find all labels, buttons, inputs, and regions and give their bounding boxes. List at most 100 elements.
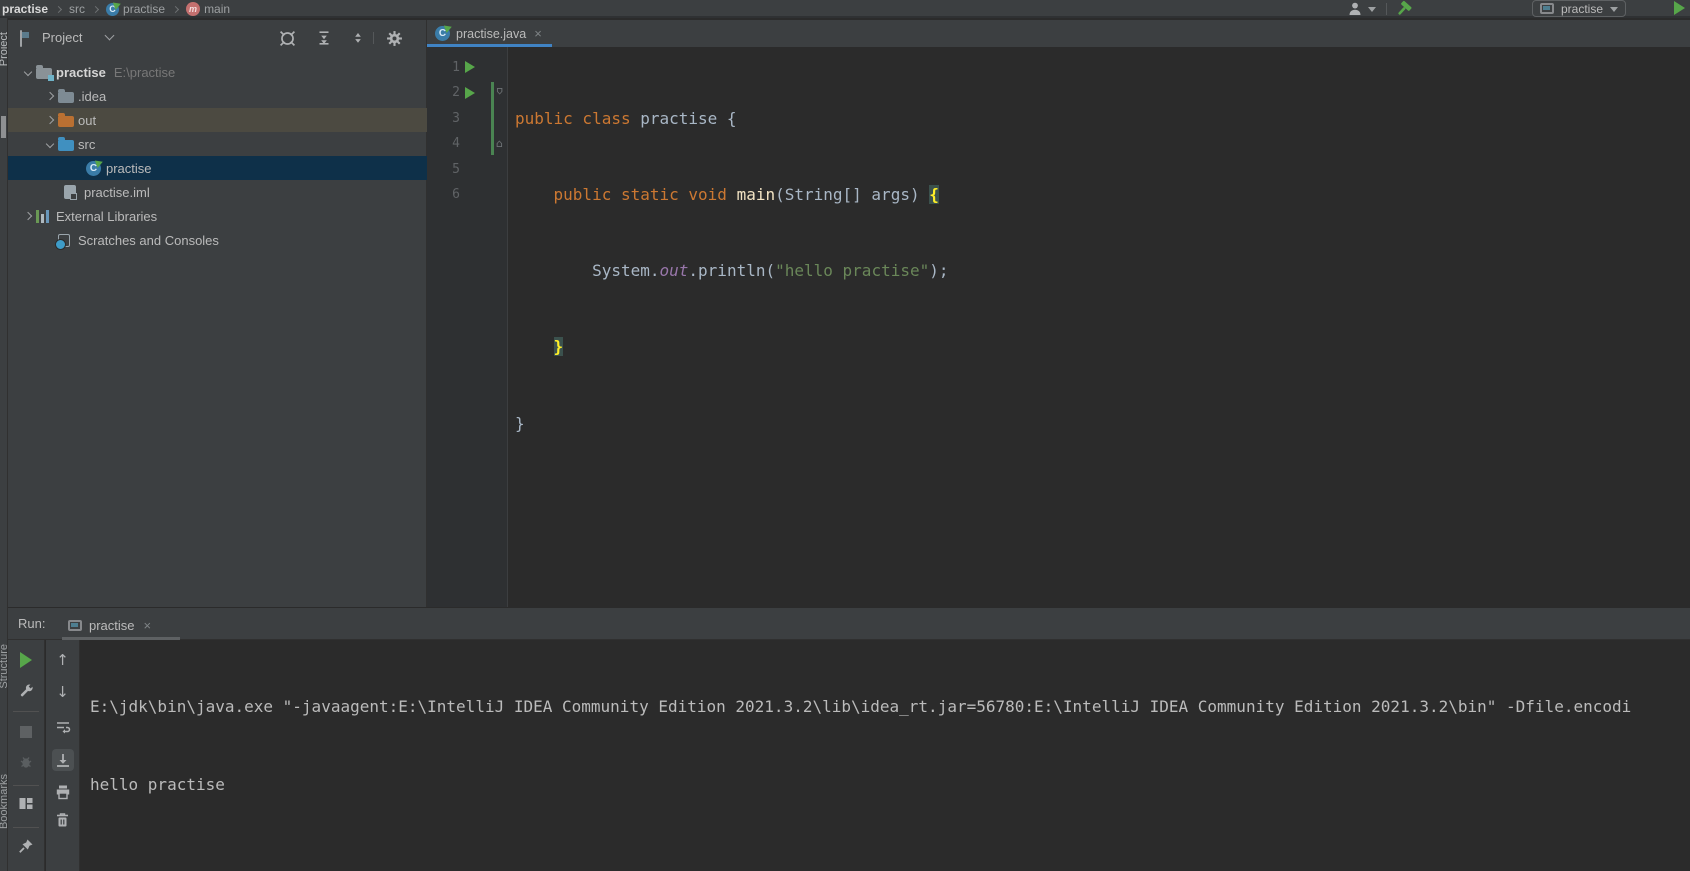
run-configuration-select[interactable]: practise bbox=[1532, 0, 1627, 17]
expand-all-icon bbox=[319, 31, 329, 45]
gear-icon bbox=[386, 30, 402, 46]
project-toolwindow: Project practise E:\practise .idea out s… bbox=[8, 20, 427, 607]
line-number: 1 bbox=[452, 60, 460, 75]
pin-tab-button[interactable] bbox=[15, 835, 37, 857]
intellij-window: practise src C practise m main practise … bbox=[0, 0, 1690, 871]
toolbar-divider bbox=[13, 711, 39, 712]
chevron-right-icon bbox=[91, 5, 100, 13]
breadcrumb-item-method[interactable]: m main bbox=[186, 2, 230, 16]
run-tab-practise[interactable]: practise × bbox=[62, 612, 157, 638]
clear-console-button[interactable] bbox=[52, 809, 74, 831]
breadcrumb-item-project[interactable]: practise bbox=[2, 2, 48, 16]
soft-wrap-button[interactable] bbox=[52, 716, 74, 738]
tree-item-practise-class[interactable]: C practise bbox=[8, 156, 427, 180]
tree-item-project-root[interactable]: practise E:\practise bbox=[8, 60, 427, 84]
arrow-down-icon: ↓ bbox=[56, 683, 69, 701]
toolbar-divider bbox=[13, 827, 39, 828]
chevron-right-icon bbox=[172, 5, 180, 13]
run-config-app-icon bbox=[1540, 3, 1554, 14]
project-tree: practise E:\practise .idea out src C pra… bbox=[8, 60, 427, 252]
breadcrumb-bar: practise src C practise m main practise bbox=[0, 0, 1690, 18]
restore-layout-button[interactable] bbox=[15, 792, 37, 814]
scratches-icon bbox=[55, 233, 70, 250]
close-tab-icon[interactable]: × bbox=[534, 26, 542, 41]
locate-icon bbox=[279, 30, 295, 46]
line-number: 2 bbox=[452, 85, 460, 101]
line-number: 5 bbox=[452, 161, 460, 177]
stripe-bookmarks-button[interactable]: Bookmarks bbox=[0, 774, 7, 829]
line-number: 3 bbox=[452, 110, 460, 126]
java-class-icon: C bbox=[435, 26, 450, 41]
run-class-gutter-icon[interactable] bbox=[465, 61, 475, 73]
run-main-gutter-icon[interactable] bbox=[465, 87, 475, 99]
scroll-to-end-icon bbox=[56, 754, 69, 767]
code-line-2: public static void main(String[] args) { bbox=[515, 185, 939, 205]
tree-item-out-folder[interactable]: out bbox=[8, 108, 427, 132]
down-the-stack-trace-button[interactable]: ↓ bbox=[52, 681, 74, 703]
hammer-icon bbox=[1398, 0, 1412, 15]
run-button[interactable] bbox=[1674, 1, 1685, 15]
soft-wrap-icon bbox=[56, 722, 70, 734]
editor-gutter: 1 2 3 4 5 6 ⌂ ⌂ bbox=[427, 47, 508, 607]
toolbar-divider bbox=[1386, 3, 1387, 15]
source-folder-icon bbox=[58, 137, 74, 151]
module-file-icon bbox=[64, 185, 77, 200]
project-panel-title[interactable]: Project bbox=[42, 30, 82, 45]
java-class-icon: C bbox=[106, 2, 120, 16]
code-line-1: public class practise { bbox=[515, 108, 737, 128]
console-lines: E:\jdk\bin\java.exe "-javaagent:E:\Intel… bbox=[90, 642, 1631, 871]
stop-button[interactable] bbox=[15, 721, 37, 743]
project-toolwindow-header: Project bbox=[8, 20, 426, 56]
chevron-collapsed-icon bbox=[45, 91, 55, 101]
expand-all-button[interactable] bbox=[315, 29, 333, 47]
breadcrumb-item-class[interactable]: C practise bbox=[106, 2, 165, 16]
fold-end-icon[interactable]: ⌂ bbox=[496, 137, 503, 150]
build-button[interactable] bbox=[1394, 0, 1413, 18]
profile-button[interactable] bbox=[1346, 1, 1376, 17]
tree-item-scratches[interactable]: Scratches and Consoles bbox=[8, 228, 427, 252]
chevron-down-icon bbox=[1610, 6, 1619, 12]
pin-icon bbox=[19, 839, 33, 853]
bug-icon bbox=[20, 757, 32, 768]
chevron-expanded-icon bbox=[23, 67, 33, 77]
project-view-dropdown-icon[interactable] bbox=[104, 30, 115, 41]
line-number: 4 bbox=[452, 136, 460, 152]
edit-configuration-button[interactable] bbox=[15, 679, 37, 701]
stripe-project-button[interactable]: Project bbox=[0, 32, 7, 66]
scroll-to-end-button[interactable] bbox=[51, 749, 74, 771]
project-settings-button[interactable] bbox=[385, 29, 403, 47]
breadcrumb-item-src[interactable]: src bbox=[69, 2, 85, 16]
project-folder-icon bbox=[36, 65, 54, 81]
collapse-all-button[interactable] bbox=[349, 29, 367, 47]
rerun-button[interactable] bbox=[15, 649, 37, 671]
tree-item-src-folder[interactable]: src bbox=[8, 132, 427, 156]
code-line-5: } bbox=[515, 413, 525, 433]
run-console-output[interactable]: E:\jdk\bin\java.exe "-javaagent:E:\Intel… bbox=[81, 640, 1690, 871]
close-tab-icon[interactable]: × bbox=[144, 618, 152, 633]
tab-practise-java[interactable]: C practise.java × bbox=[427, 20, 552, 47]
print-button[interactable] bbox=[52, 781, 74, 803]
code-editor[interactable]: 1 2 3 4 5 6 ⌂ ⌂ public class practise { … bbox=[427, 47, 1690, 607]
stop-icon bbox=[20, 726, 32, 738]
run-config-app-icon bbox=[68, 619, 82, 631]
run-panel-label: Run: bbox=[18, 616, 46, 631]
up-the-stack-trace-button[interactable]: ↑ bbox=[52, 649, 74, 671]
console-line: hello practise bbox=[90, 775, 225, 794]
collapse-all-icon bbox=[355, 33, 361, 43]
tree-item-external-libraries[interactable]: External Libraries bbox=[8, 204, 427, 228]
tree-item-idea-folder[interactable]: .idea bbox=[8, 84, 427, 108]
chevron-expanded-icon bbox=[45, 139, 55, 149]
run-panel-left-toolbar bbox=[8, 640, 45, 871]
excluded-folder-icon bbox=[58, 113, 74, 127]
stripe-structure-button[interactable]: Structure bbox=[0, 644, 7, 689]
tree-item-practise-iml[interactable]: practise.iml bbox=[8, 180, 427, 204]
select-opened-file-button[interactable] bbox=[278, 29, 296, 47]
java-method-icon: m bbox=[186, 2, 201, 16]
project-path: E:\practise bbox=[113, 64, 176, 80]
chevron-down-icon bbox=[1368, 7, 1376, 12]
fold-start-icon[interactable]: ⌂ bbox=[496, 85, 503, 98]
line-number: 6 bbox=[452, 187, 460, 203]
run-toolwindow-header: Run: practise × bbox=[8, 608, 1690, 640]
editor-tab-bar: C practise.java × bbox=[427, 20, 1690, 47]
restart-debug-button[interactable] bbox=[15, 751, 37, 773]
